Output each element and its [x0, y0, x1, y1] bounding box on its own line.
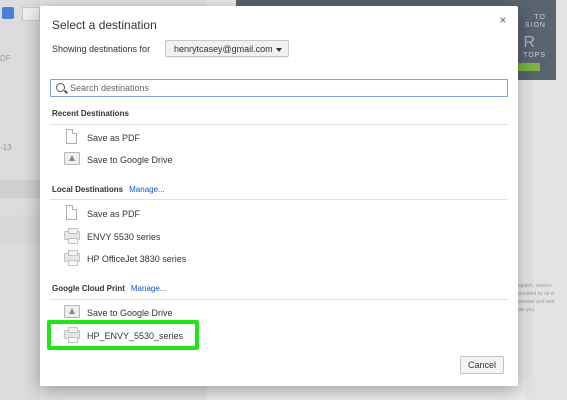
manage-cloud-link[interactable]: Manage... — [131, 284, 167, 293]
account-select[interactable]: henrytcasey@gmail.com — [165, 40, 289, 57]
background-sidebar: DF -13 — [0, 0, 40, 400]
pdf-document-icon — [66, 129, 77, 144]
destination-google-drive-recent[interactable]: Save to Google Drive — [64, 151, 364, 171]
background-text: -13 — [0, 143, 12, 152]
pdf-document-icon — [66, 205, 77, 220]
background-band — [0, 215, 40, 245]
section-recent-destinations: Recent Destinations — [52, 109, 129, 118]
showing-destinations-label: Showing destinations for — [52, 44, 151, 54]
background-side-text: ispatch, newsro provided by se d browser… — [517, 283, 555, 313]
account-value: henrytcasey@gmail.com — [174, 44, 273, 54]
cancel-button[interactable]: Cancel — [460, 356, 504, 374]
printer-icon — [64, 250, 80, 266]
destination-envy-5530[interactable]: ENVY 5530 series — [64, 228, 364, 248]
destination-save-as-pdf-recent[interactable]: Save as PDF — [64, 129, 364, 149]
manage-local-link[interactable]: Manage... — [129, 185, 165, 194]
chevron-down-icon — [276, 48, 282, 52]
ad-green-button — [518, 63, 540, 71]
annotation-highlight-box — [47, 320, 199, 350]
close-icon[interactable]: × — [496, 13, 510, 27]
search-icon — [56, 83, 65, 92]
divider — [50, 124, 508, 125]
divider — [50, 299, 508, 300]
printer-icon — [64, 228, 80, 244]
search-placeholder: Search destinations — [70, 83, 150, 93]
background-band — [0, 180, 40, 198]
background-blue-button — [2, 7, 14, 19]
divider — [50, 199, 508, 200]
background-text: DF — [0, 54, 11, 63]
destination-save-as-pdf-local[interactable]: Save as PDF — [64, 205, 364, 225]
section-local-destinations: Local Destinations Manage... — [52, 185, 165, 194]
destination-hp-officejet-3830[interactable]: HP OfficeJet 3830 series — [64, 250, 364, 270]
section-google-cloud-print: Google Cloud Print Manage... — [52, 284, 167, 293]
dialog-title: Select a destination — [52, 18, 157, 32]
background-button — [22, 7, 40, 21]
google-drive-icon — [64, 152, 80, 165]
google-drive-icon — [64, 305, 80, 318]
search-destinations-input[interactable]: Search destinations — [50, 79, 508, 97]
